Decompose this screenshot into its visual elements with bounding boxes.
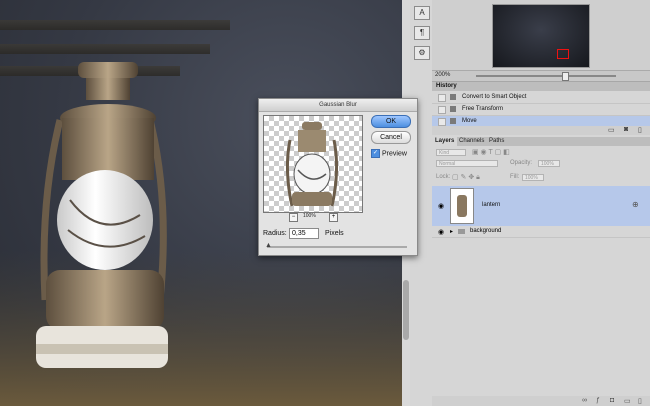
history-state[interactable]: Convert to Smart Object — [432, 92, 650, 104]
eye-icon[interactable]: ◉ — [438, 202, 444, 210]
gaussian-blur-dialog: Gaussian Blur − 100% + OK Cancel ✓ Previe… — [258, 98, 418, 256]
navigator-panel — [432, 0, 650, 70]
cancel-button[interactable]: Cancel — [371, 131, 411, 144]
eye-icon[interactable]: ◉ — [438, 228, 444, 236]
history-state-icon — [450, 94, 456, 100]
kind-select[interactable]: Kind — [436, 149, 466, 156]
radius-slider[interactable] — [267, 246, 407, 248]
preview-checkbox[interactable]: ✓ Preview — [371, 149, 407, 158]
fill-input[interactable]: 100% — [522, 174, 544, 181]
move-icon — [450, 118, 456, 124]
layers-tabs: Layers Channels Paths — [432, 137, 650, 146]
tab-layers[interactable]: Layers — [432, 137, 458, 146]
history-brush-checkbox[interactable] — [438, 106, 446, 114]
ok-button[interactable]: OK — [371, 115, 411, 128]
opacity-input[interactable]: 100% — [538, 160, 560, 167]
folder-icon — [458, 229, 465, 234]
radius-label: Radius: — [263, 230, 287, 237]
layers-footer: ∞ ƒ ◘ ▭ ▯ — [432, 396, 650, 406]
navigator-thumbnail[interactable] — [492, 4, 590, 68]
zoom-slider-knob[interactable] — [562, 72, 569, 81]
filter-preview[interactable] — [263, 115, 363, 213]
fill-label: Fill: — [510, 174, 520, 180]
smart-object-icon: ⊕ — [632, 200, 639, 209]
scrollbar-thumb[interactable] — [403, 280, 409, 340]
trash-icon[interactable]: ▯ — [638, 397, 642, 405]
zoom-value[interactable]: 200% — [435, 72, 450, 78]
navigator-zoom-bar: 200% — [432, 70, 650, 81]
trash-icon[interactable]: ▯ — [638, 126, 642, 134]
lock-label: Lock: — [436, 174, 451, 180]
snapshot-icon[interactable]: ◙ — [624, 126, 628, 133]
lock-icons[interactable]: ▢ ✎ ✥ 🔒︎ — [452, 173, 480, 182]
history-footer: ▭ ◙ ▯ — [432, 126, 650, 135]
radius-unit-label: Pixels — [325, 230, 344, 237]
blend-mode-select[interactable]: Normal — [436, 160, 498, 167]
view-box[interactable] — [557, 49, 569, 59]
link-icon[interactable]: ∞ — [582, 397, 587, 404]
zoom-in-button[interactable]: + — [329, 213, 338, 222]
history-state-icon — [450, 106, 456, 112]
lock-row: Lock: ▢ ✎ ✥ 🔒︎ Fill: 100% — [432, 172, 650, 183]
radius-input[interactable] — [289, 228, 319, 239]
paragraph-tool-icon[interactable]: ¶ — [414, 26, 430, 40]
checkmark-icon[interactable]: ✓ — [371, 149, 380, 158]
radius-slider-knob[interactable]: ▲ — [265, 242, 272, 249]
history-brush-checkbox[interactable] — [438, 118, 446, 126]
layer-filter-row: Kind ▣ ◉ T ▢ ◧ — [432, 147, 650, 158]
tab-channels[interactable]: Channels — [456, 137, 487, 146]
layer-row[interactable]: ◉ ▸ background — [432, 227, 650, 238]
layer-thumbnail — [450, 188, 474, 224]
tool-presets-icon[interactable]: ⚙ — [414, 46, 430, 60]
filter-icons[interactable]: ▣ ◉ T ▢ ◧ — [472, 148, 510, 156]
tab-paths[interactable]: Paths — [486, 137, 507, 146]
lantern-preview-image — [286, 122, 338, 207]
new-layer-icon[interactable]: ▭ — [624, 397, 631, 405]
new-document-icon[interactable]: ▭ — [608, 126, 615, 134]
character-tool-icon[interactable]: A — [414, 6, 430, 20]
fx-icon[interactable]: ƒ — [596, 397, 600, 404]
history-brush-checkbox[interactable] — [438, 94, 446, 102]
layer-row-selected[interactable]: ◉ lantern ⊕ — [432, 186, 650, 226]
preview-zoom: 100% — [303, 213, 316, 219]
history-state[interactable]: Free Transform — [432, 104, 650, 116]
zoom-slider[interactable] — [476, 75, 616, 77]
tool-strip: A ¶ ⚙ — [410, 0, 433, 80]
blend-row: Normal Opacity: 100% — [432, 158, 650, 169]
history-panel-title[interactable]: History — [432, 81, 650, 91]
right-panel-area: A ¶ ⚙ 200% History Convert to Smart Obje… — [410, 0, 650, 406]
opacity-label: Opacity: — [510, 160, 533, 166]
dialog-title: Gaussian Blur — [259, 99, 417, 112]
layer-name[interactable]: lantern — [482, 202, 500, 208]
expand-triangle-icon[interactable]: ▸ — [450, 228, 453, 235]
zoom-out-button[interactable]: − — [289, 213, 298, 222]
layer-name[interactable]: background — [470, 228, 501, 234]
mask-icon[interactable]: ◘ — [610, 397, 614, 404]
